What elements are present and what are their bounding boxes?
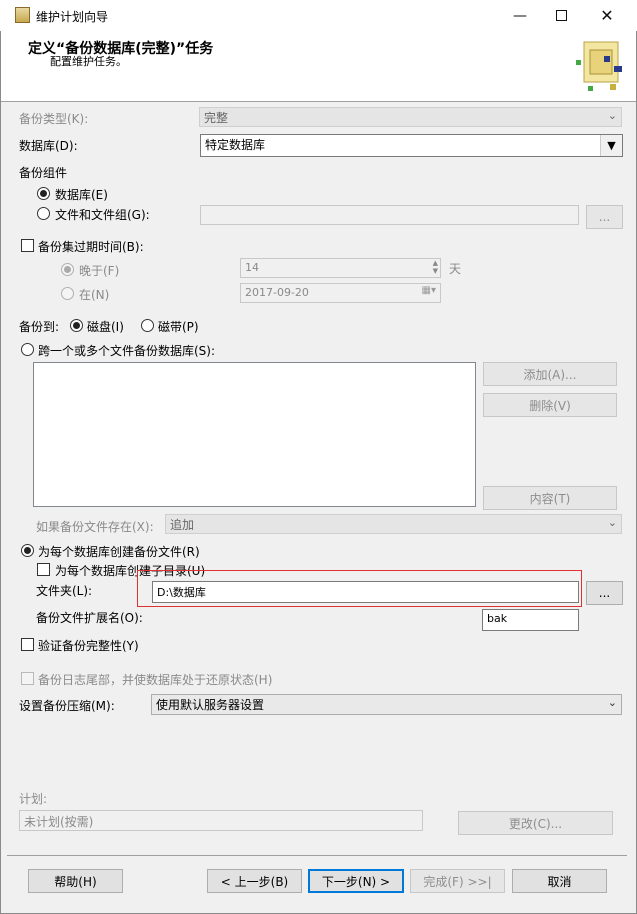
- expire-days-value: 14: [245, 261, 259, 274]
- help-button[interactable]: 帮助(H): [28, 869, 123, 893]
- compression-value: 使用默认服务器设置: [156, 698, 265, 712]
- folder-label: 文件夹(L):: [36, 584, 93, 598]
- expire-date-input: 2017-09-20 ▦▾: [240, 283, 441, 303]
- span-files-label: 跨一个或多个文件备份数据库(S):: [38, 344, 216, 358]
- folder-input[interactable]: D:\数据库: [152, 581, 579, 603]
- folder-browse-button[interactable]: ...: [586, 581, 623, 605]
- verify-label: 验证备份完整性(Y): [38, 639, 139, 653]
- window-title: 维护计划向导: [36, 10, 109, 24]
- component-files-radio[interactable]: [37, 207, 50, 220]
- expire-on-label: 在(N): [79, 288, 110, 302]
- expire-unit-label: 天: [449, 262, 462, 276]
- expire-after-label: 晚于(F): [79, 264, 120, 278]
- add-button: 添加(A)...: [483, 362, 617, 386]
- compression-label: 设置备份压缩(M):: [19, 699, 115, 713]
- spin-icon: ▲ ▼: [432, 259, 438, 275]
- if-exists-label: 如果备份文件存在(X):: [36, 520, 154, 534]
- database-value: 特定数据库: [205, 138, 266, 152]
- maximize-icon[interactable]: [538, 0, 584, 31]
- subdir-checkbox[interactable]: [37, 563, 50, 576]
- backup-tape-label: 磁带(P): [158, 320, 199, 334]
- backup-to-label: 备份到:: [19, 320, 60, 334]
- extension-input[interactable]: bak: [482, 609, 579, 631]
- expire-checkbox[interactable]: [21, 239, 34, 252]
- database-label: 数据库(D):: [19, 139, 78, 153]
- extension-label: 备份文件扩展名(O):: [36, 611, 143, 625]
- backup-type-value: 完整: [204, 111, 229, 125]
- extension-value: bak: [487, 612, 508, 625]
- if-exists-select: 追加 ⌄: [165, 514, 622, 534]
- expire-days-input: 14 ▲ ▼: [240, 258, 441, 278]
- expire-label: 备份集过期时间(B):: [38, 240, 144, 254]
- component-label: 备份组件: [19, 166, 68, 180]
- backup-type-select: 完整 ⌄: [199, 107, 622, 127]
- files-browse-button: ...: [586, 205, 623, 229]
- expire-after-radio: [61, 263, 74, 276]
- remove-button: 删除(V): [483, 393, 617, 417]
- backup-disk-radio[interactable]: [70, 319, 83, 332]
- minimize-icon[interactable]: —: [497, 0, 543, 31]
- cancel-button[interactable]: 取消: [512, 869, 607, 893]
- verify-checkbox[interactable]: [21, 638, 34, 651]
- backup-type-label: 备份类型(K):: [19, 112, 89, 126]
- component-database-radio[interactable]: [37, 187, 50, 200]
- compression-select[interactable]: 使用默认服务器设置 ⌄: [151, 694, 622, 715]
- schedule-value: 未计划(按需): [24, 815, 94, 829]
- chevron-down-icon: ⌄: [607, 696, 617, 709]
- wizard-graphic-icon: [576, 41, 622, 91]
- finish-button: 完成(F) >>|: [410, 869, 505, 893]
- span-files-radio[interactable]: [21, 343, 34, 356]
- tail-log-checkbox: [21, 672, 34, 685]
- close-icon[interactable]: ✕: [584, 0, 630, 31]
- chevron-down-icon: ⌄: [607, 109, 617, 122]
- backup-files-list[interactable]: [33, 362, 476, 507]
- backup-tape-radio[interactable]: [141, 319, 154, 332]
- contents-button: 内容(T): [483, 486, 617, 510]
- files-input: [200, 205, 579, 225]
- dropdown-arrow-icon[interactable]: ▼: [600, 135, 622, 156]
- change-schedule-button: 更改(C)...: [458, 811, 613, 835]
- chevron-down-icon: ⌄: [607, 516, 617, 529]
- calendar-dropdown-icon: ▦▾: [421, 285, 436, 296]
- database-select[interactable]: 特定数据库 ▼: [200, 134, 623, 157]
- backup-disk-label: 磁盘(I): [87, 320, 124, 334]
- per-db-label: 为每个数据库创建备份文件(R): [38, 545, 200, 559]
- next-button[interactable]: 下一步(N) >: [308, 869, 404, 893]
- schedule-input: 未计划(按需): [19, 810, 423, 831]
- expire-date-value: 2017-09-20: [245, 286, 309, 299]
- component-database-label: 数据库(E): [55, 188, 108, 202]
- app-icon: [15, 7, 30, 23]
- schedule-label: 计划:: [19, 792, 48, 806]
- footer-divider: [7, 855, 627, 856]
- component-files-label: 文件和文件组(G):: [55, 208, 150, 222]
- folder-value: D:\数据库: [157, 586, 206, 599]
- back-button[interactable]: < 上一步(B): [207, 869, 302, 893]
- page-subtitle: 配置维护任务。: [50, 55, 127, 68]
- if-exists-value: 追加: [170, 518, 195, 532]
- expire-on-radio: [61, 287, 74, 300]
- tail-log-label: 备份日志尾部，并使数据库处于还原状态(H): [38, 673, 273, 687]
- per-db-radio[interactable]: [21, 544, 34, 557]
